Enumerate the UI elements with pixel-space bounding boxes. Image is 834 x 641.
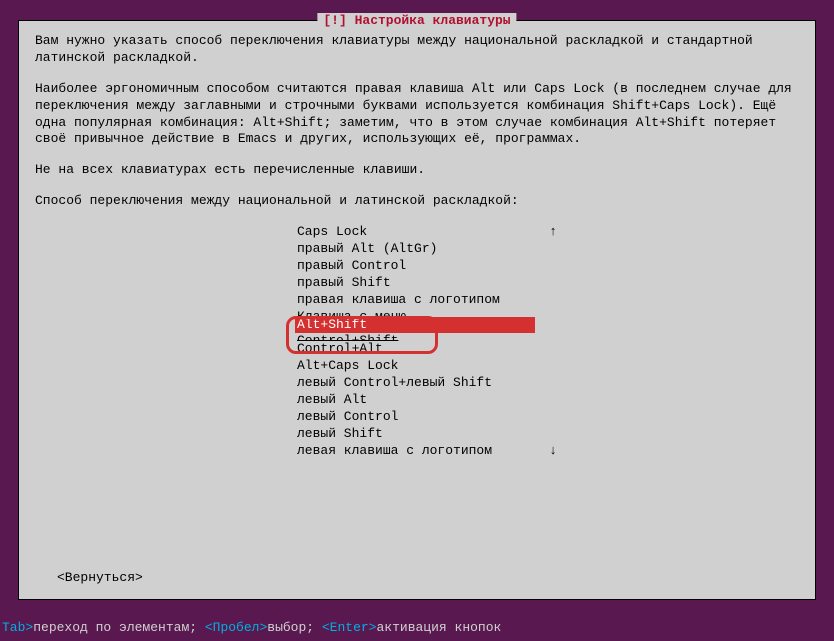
dialog-title: [!] Настройка клавиатуры — [317, 13, 516, 30]
option-alt-shift[interactable]: Alt+Shift — [295, 317, 535, 334]
option-left-logo[interactable]: левая клавиша с логотипом — [295, 443, 545, 460]
option-right-control[interactable]: правый Control — [295, 258, 545, 275]
instruction-para-1: Вам нужно указать способ переключения кл… — [35, 33, 799, 67]
option-left-ctrl-shift[interactable]: левый Control+левый Shift — [295, 375, 545, 392]
help-bar: Tab>переход по элементам; <Пробел>выбор;… — [2, 620, 501, 637]
option-right-alt[interactable]: правый Alt (AltGr) — [295, 241, 545, 258]
option-right-shift[interactable]: правый Shift — [295, 275, 545, 292]
options-list: ↑ Caps Lock правый Alt (AltGr) правый Co… — [295, 224, 545, 460]
option-caps-lock[interactable]: Caps Lock — [295, 224, 545, 241]
instruction-para-2: Наиболее эргономичным способом считаются… — [35, 81, 799, 149]
scroll-down-indicator: ↓ — [549, 443, 557, 460]
help-space-text: выбор; — [267, 620, 314, 635]
help-enter-text: активация кнопок — [377, 620, 502, 635]
option-left-alt[interactable]: левый Alt — [295, 392, 545, 409]
option-left-control[interactable]: левый Control — [295, 409, 545, 426]
help-tab-key: Tab> — [2, 620, 33, 635]
option-control-shift[interactable]: Control+Shift — [295, 333, 545, 341]
scroll-up-indicator: ↑ — [549, 224, 557, 241]
option-left-shift[interactable]: левый Shift — [295, 426, 545, 443]
option-right-logo[interactable]: правая клавиша с логотипом — [295, 292, 545, 309]
help-enter-key: <Enter> — [314, 620, 376, 635]
prompt-label: Способ переключения между национальной и… — [35, 193, 799, 210]
back-button[interactable]: <Вернуться> — [57, 570, 143, 587]
help-tab-text: переход по элементам; — [33, 620, 197, 635]
option-alt-caps[interactable]: Alt+Caps Lock — [295, 358, 545, 375]
option-menu-key[interactable]: Клавиша с меню — [295, 309, 545, 317]
instruction-para-3: Не на всех клавиатурах есть перечисленны… — [35, 162, 799, 179]
option-control-alt[interactable]: Control+Alt — [295, 341, 545, 358]
help-space-key: <Пробел> — [197, 620, 267, 635]
keyboard-config-dialog: [!] Настройка клавиатуры Вам нужно указа… — [18, 20, 816, 600]
dialog-content: Вам нужно указать способ переключения кл… — [19, 21, 815, 472]
